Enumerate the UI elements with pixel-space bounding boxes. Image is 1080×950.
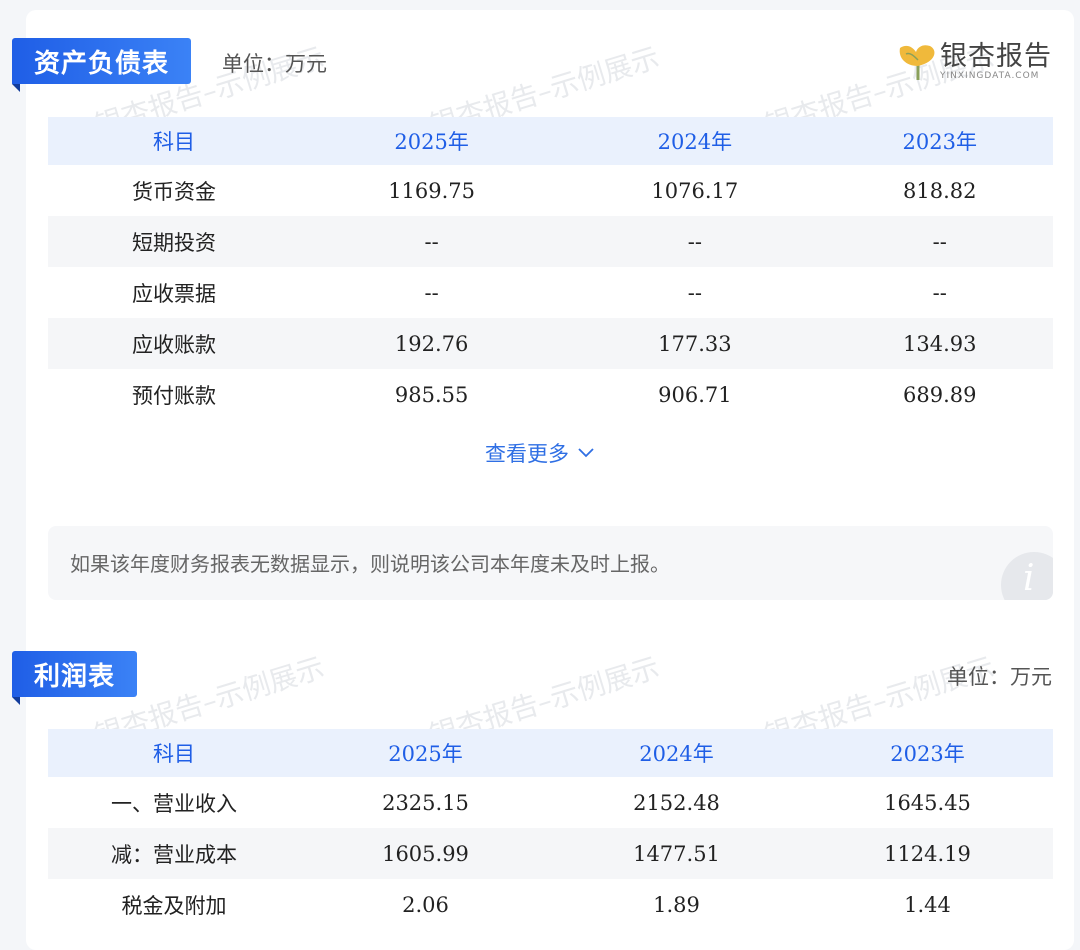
column-header: 2025年 [300, 117, 564, 165]
row-label: 货币资金 [132, 179, 216, 204]
income-statement-table: 科目 2025年 2024年 2023年 一、营业收入 2325.15 2152… [48, 729, 1053, 930]
info-icon: i [1001, 552, 1053, 600]
column-header: 2023年 [802, 729, 1053, 777]
column-header: 2024年 [551, 729, 802, 777]
row-label: 减：营业成本 [48, 828, 300, 879]
cell-value: 2152.48 [633, 790, 720, 815]
column-header: 科目 [48, 117, 300, 165]
cell-value: 1.44 [904, 892, 951, 917]
cell-value: -- [687, 280, 702, 305]
brand-logo: 银杏报告 YINXINGDATA.COM [896, 42, 1052, 82]
chevron-down-icon[interactable] [577, 447, 595, 459]
note-text: 如果该年度财务报表无数据显示，则说明该公司本年度未及时上报。 [70, 552, 670, 576]
cell-value: -- [424, 280, 439, 305]
cell-value: 192.76 [300, 318, 564, 369]
column-header: 2025年 [300, 729, 551, 777]
table-row: 应收账款 192.76 177.33 134.93 [48, 318, 1053, 369]
cell-value: 1645.45 [884, 790, 971, 815]
income-statement-title: 利润表 [12, 651, 138, 705]
cell-value: 985.55 [394, 382, 469, 407]
row-label: 税金及附加 [121, 893, 227, 918]
table-row: 税金及附加 2.06 1.89 1.44 [48, 879, 1053, 930]
cell-value: -- [300, 216, 564, 267]
row-label: 一、营业收入 [111, 791, 237, 816]
ginkgo-leaf-icon [899, 45, 935, 80]
cell-value: 134.93 [826, 318, 1053, 369]
table-row: 一、营业收入 2325.15 2152.48 1645.45 [48, 777, 1053, 828]
cell-value: -- [563, 216, 827, 267]
row-label: 应收票据 [132, 281, 216, 306]
income-statement-unit: 单位：万元 [947, 665, 1052, 689]
cell-value: 1124.19 [802, 828, 1053, 879]
cell-value: 1605.99 [300, 828, 551, 879]
row-label: 短期投资 [48, 216, 300, 267]
info-note: 如果该年度财务报表无数据显示，则说明该公司本年度未及时上报。 i [48, 526, 1053, 600]
cell-value: -- [932, 280, 947, 305]
cell-value: 1076.17 [651, 178, 739, 203]
table-row: 货币资金 1169.75 1076.17 818.82 [48, 165, 1053, 216]
logo-subtext: YINXINGDATA.COM [940, 71, 1040, 81]
logo-text: 银杏报告 [940, 41, 1052, 72]
cell-value: 2325.15 [382, 790, 469, 815]
column-header: 2024年 [563, 117, 827, 165]
cell-value: 818.82 [902, 178, 977, 203]
table-header-row: 科目 2025年 2024年 2023年 [48, 117, 1053, 165]
row-label: 应收账款 [48, 318, 300, 369]
table-row: 短期投资 -- -- -- [48, 216, 1053, 267]
cell-value: 1.89 [653, 892, 700, 917]
cell-value: 689.89 [902, 382, 977, 407]
table-row: 应收票据 -- -- -- [48, 267, 1053, 318]
cell-value: 1477.51 [551, 828, 802, 879]
cell-value: 906.71 [658, 382, 732, 407]
column-header: 2023年 [826, 117, 1053, 165]
balance-sheet-unit: 单位：万元 [222, 52, 327, 76]
view-more-label[interactable]: 查看更多 [485, 438, 569, 468]
row-label: 预付账款 [132, 383, 216, 408]
view-more-button[interactable]: 查看更多 [0, 438, 1080, 468]
table-row: 减：营业成本 1605.99 1477.51 1124.19 [48, 828, 1053, 879]
balance-sheet-title: 资产负债表 [12, 38, 192, 92]
cell-value: 1169.75 [388, 178, 476, 203]
cell-value: 177.33 [563, 318, 827, 369]
table-row: 预付账款 985.55 906.71 689.89 [48, 369, 1053, 420]
cell-value: 2.06 [402, 892, 449, 917]
balance-sheet-table: 科目 2025年 2024年 2023年 货币资金 1169.75 1076.1… [48, 117, 1053, 420]
cell-value: -- [826, 216, 1053, 267]
table-header-row: 科目 2025年 2024年 2023年 [48, 729, 1053, 777]
column-header: 科目 [48, 729, 300, 777]
